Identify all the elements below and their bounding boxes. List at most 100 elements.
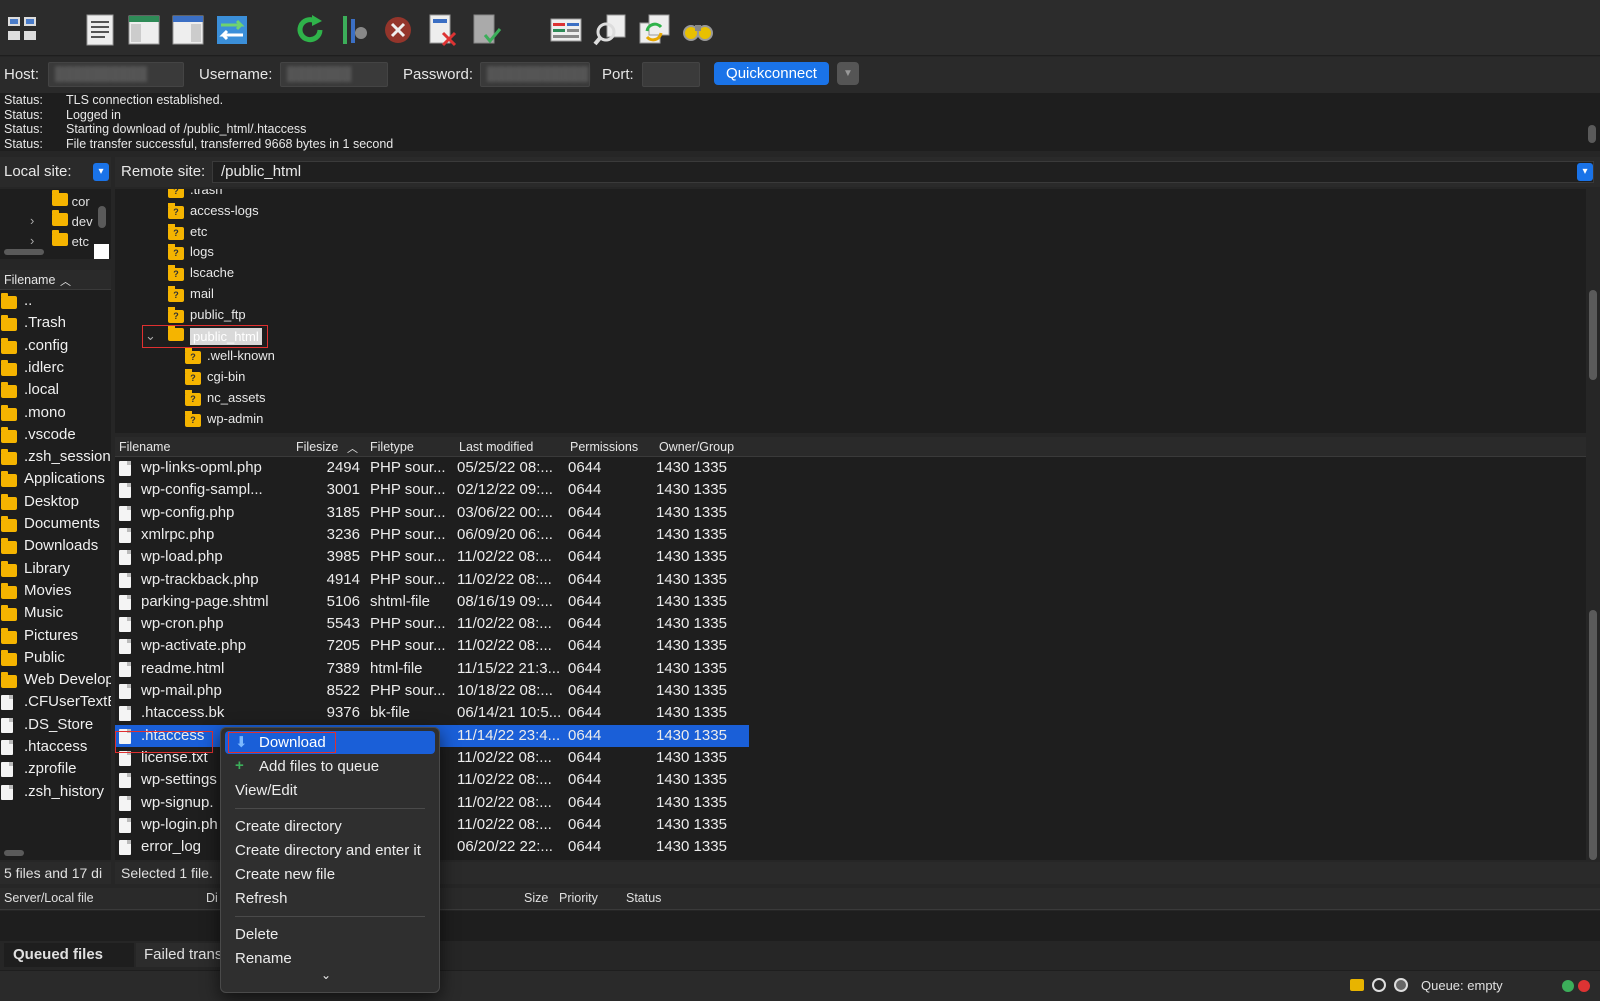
local-list-item[interactable]: .CFUserTextE <box>0 691 111 713</box>
column-header-direction[interactable]: Di <box>206 891 218 905</box>
table-row[interactable]: wp-mail.php 8522 PHP sour... 10/18/22 08:..… <box>115 680 1570 702</box>
local-list-item[interactable]: Public <box>0 647 111 669</box>
remote-tree-item[interactable]: ? nc_assets <box>185 390 266 410</box>
column-header-server-local[interactable]: Server/Local file <box>4 891 94 905</box>
local-tree-hscrollbar[interactable] <box>4 249 44 255</box>
local-list-item[interactable]: .local <box>0 379 111 401</box>
menu-item-create-directory[interactable]: Create directory <box>235 818 342 835</box>
local-tree-scrollbar[interactable] <box>98 206 106 228</box>
table-row[interactable]: wp-cron.php 5543 PHP sour... 11/02/22 08:..… <box>115 613 1570 635</box>
local-list-item[interactable]: Desktop <box>0 491 111 513</box>
remote-site-dropdown[interactable]: ▾ <box>1577 163 1593 181</box>
host-input[interactable]: ██████████ <box>48 62 184 87</box>
table-row[interactable]: readme.html 7389 html-file 11/15/22 21:3...… <box>115 658 1570 680</box>
column-header-priority[interactable]: Priority <box>559 891 598 905</box>
toggle-remote-tree-icon[interactable] <box>170 12 206 48</box>
username-input[interactable]: ███████ <box>280 62 388 87</box>
column-header-status[interactable]: Status <box>626 891 661 905</box>
password-input[interactable]: ███████████ <box>480 62 590 87</box>
local-list-item[interactable]: Library <box>0 558 111 580</box>
local-list-item[interactable]: Documents <box>0 513 111 535</box>
directory-filter-icon[interactable] <box>548 12 584 48</box>
table-row[interactable]: parking-page.shtml 5106 shtml-file 08/16/19… <box>115 591 1570 613</box>
menu-item-add-to-queue[interactable]: Add files to queue <box>259 758 379 775</box>
column-header-filename[interactable]: Filename <box>4 273 55 287</box>
table-row[interactable]: wp-links-opml.php 2494 PHP sour... 05/25/22… <box>115 457 1570 479</box>
column-header-owner-group[interactable]: Owner/Group <box>659 440 734 454</box>
local-list-header[interactable]: Filename ︿ <box>0 270 111 290</box>
table-row[interactable]: wp-load.php 3985 PHP sour... 11/02/22 08:..… <box>115 546 1570 568</box>
menu-item-view-edit[interactable]: View/Edit <box>235 782 297 799</box>
quickconnect-history-dropdown[interactable]: ▼ <box>837 62 859 85</box>
column-header-last-modified[interactable]: Last modified <box>459 440 533 454</box>
menu-item-label[interactable]: Download <box>259 734 326 751</box>
local-list-hscrollbar[interactable] <box>4 850 24 856</box>
local-list-item[interactable]: .Trash <box>0 312 111 334</box>
port-input[interactable] <box>642 62 700 87</box>
local-list-item[interactable]: Web Develop <box>0 669 111 691</box>
menu-item-create-new-file[interactable]: Create new file <box>235 866 335 883</box>
column-header-filesize[interactable]: Filesize <box>296 440 338 454</box>
local-list-item[interactable]: .mono <box>0 402 111 424</box>
remote-tree-item[interactable]: ? wp-admin <box>185 410 263 431</box>
remote-tree-item[interactable]: ? .well-known <box>185 348 275 368</box>
local-list-item[interactable]: .idlerc <box>0 357 111 379</box>
column-header-permissions[interactable]: Permissions <box>570 440 638 454</box>
log-scrollbar[interactable] <box>1588 125 1596 143</box>
remote-tree-item[interactable]: ? lscache <box>168 265 234 285</box>
local-list-item[interactable]: .DS_Store <box>0 714 111 736</box>
remote-list-scrollbar[interactable] <box>1589 610 1597 860</box>
local-list-item[interactable]: Music <box>0 602 111 624</box>
menu-item-refresh[interactable]: Refresh <box>235 890 288 907</box>
local-list-item[interactable]: .config <box>0 335 111 357</box>
toggle-log-icon[interactable] <box>82 12 118 48</box>
remote-tree-item[interactable]: ? public_ftp <box>168 306 246 327</box>
remote-path-input[interactable]: /public_html <box>212 161 1594 183</box>
local-list-item[interactable]: Downloads <box>0 535 111 557</box>
remote-tree-item[interactable]: ? etc <box>168 223 207 244</box>
table-row[interactable]: .htaccess.bk 9376 bk-file 06/14/21 10:5... 0… <box>115 702 1570 724</box>
reconnect-icon[interactable] <box>468 12 504 48</box>
refresh-icon[interactable] <box>292 12 328 48</box>
toggle-local-tree-icon[interactable] <box>126 12 162 48</box>
chevron-right-icon[interactable]: › <box>30 213 34 233</box>
search-icon[interactable] <box>680 12 716 48</box>
column-header-size[interactable]: Size <box>524 891 548 905</box>
tree-item[interactable]: etc <box>52 230 89 253</box>
remote-tree-item[interactable]: ? mail <box>168 286 214 306</box>
local-list-item[interactable]: .. <box>0 290 111 312</box>
local-list-item[interactable]: .htaccess <box>0 736 111 758</box>
remote-tree-item[interactable]: ? access-logs <box>168 202 259 223</box>
transfer-queue-icon[interactable] <box>214 12 250 48</box>
cancel-icon[interactable] <box>380 12 416 48</box>
local-list-item[interactable]: Pictures <box>0 625 111 647</box>
remote-tree-item[interactable]: ? logs <box>168 244 214 264</box>
process-queue-icon[interactable] <box>336 12 372 48</box>
site-manager-icon[interactable] <box>4 12 40 48</box>
menu-item-rename[interactable]: Rename <box>235 950 292 967</box>
local-list-item[interactable]: .zsh_history <box>0 781 111 803</box>
local-list-item[interactable]: Applications <box>0 468 111 490</box>
local-site-dropdown[interactable]: ▾ <box>93 163 109 181</box>
table-row[interactable]: wp-config.php 3185 PHP sour... 03/06/22 00:… <box>115 502 1570 524</box>
speed-limit-icon[interactable] <box>1372 978 1386 992</box>
remote-tree-scrollbar[interactable] <box>1589 290 1597 380</box>
tab-queued-files[interactable]: Queued files <box>4 943 134 967</box>
column-header-filename[interactable]: Filename <box>119 440 170 454</box>
quickconnect-button[interactable]: Quickconnect <box>714 62 829 85</box>
sync-browse-icon[interactable] <box>636 12 672 48</box>
disconnect-icon[interactable] <box>424 12 460 48</box>
remote-tree-item[interactable]: ? .trash <box>168 189 223 202</box>
chevron-down-icon[interactable]: ⌄ <box>321 968 331 982</box>
menu-item-delete[interactable]: Delete <box>235 926 278 943</box>
local-list-item[interactable]: Movies <box>0 580 111 602</box>
remote-tree-item[interactable]: ? cgi-bin <box>185 369 245 389</box>
table-row[interactable]: wp-trackback.php 4914 PHP sour... 11/02/22 … <box>115 569 1570 591</box>
column-header-filetype[interactable]: Filetype <box>370 440 414 454</box>
compare-icon[interactable] <box>592 12 628 48</box>
local-list-item[interactable]: .zprofile <box>0 758 111 780</box>
local-list-item[interactable]: .zsh_sessions <box>0 446 111 468</box>
table-row[interactable]: wp-activate.php 7205 PHP sour... 11/02/22 0… <box>115 635 1570 657</box>
local-list-item[interactable]: .vscode <box>0 424 111 446</box>
table-row[interactable]: wp-config-sampl... 3001 PHP sour... 02/12/2… <box>115 479 1570 501</box>
